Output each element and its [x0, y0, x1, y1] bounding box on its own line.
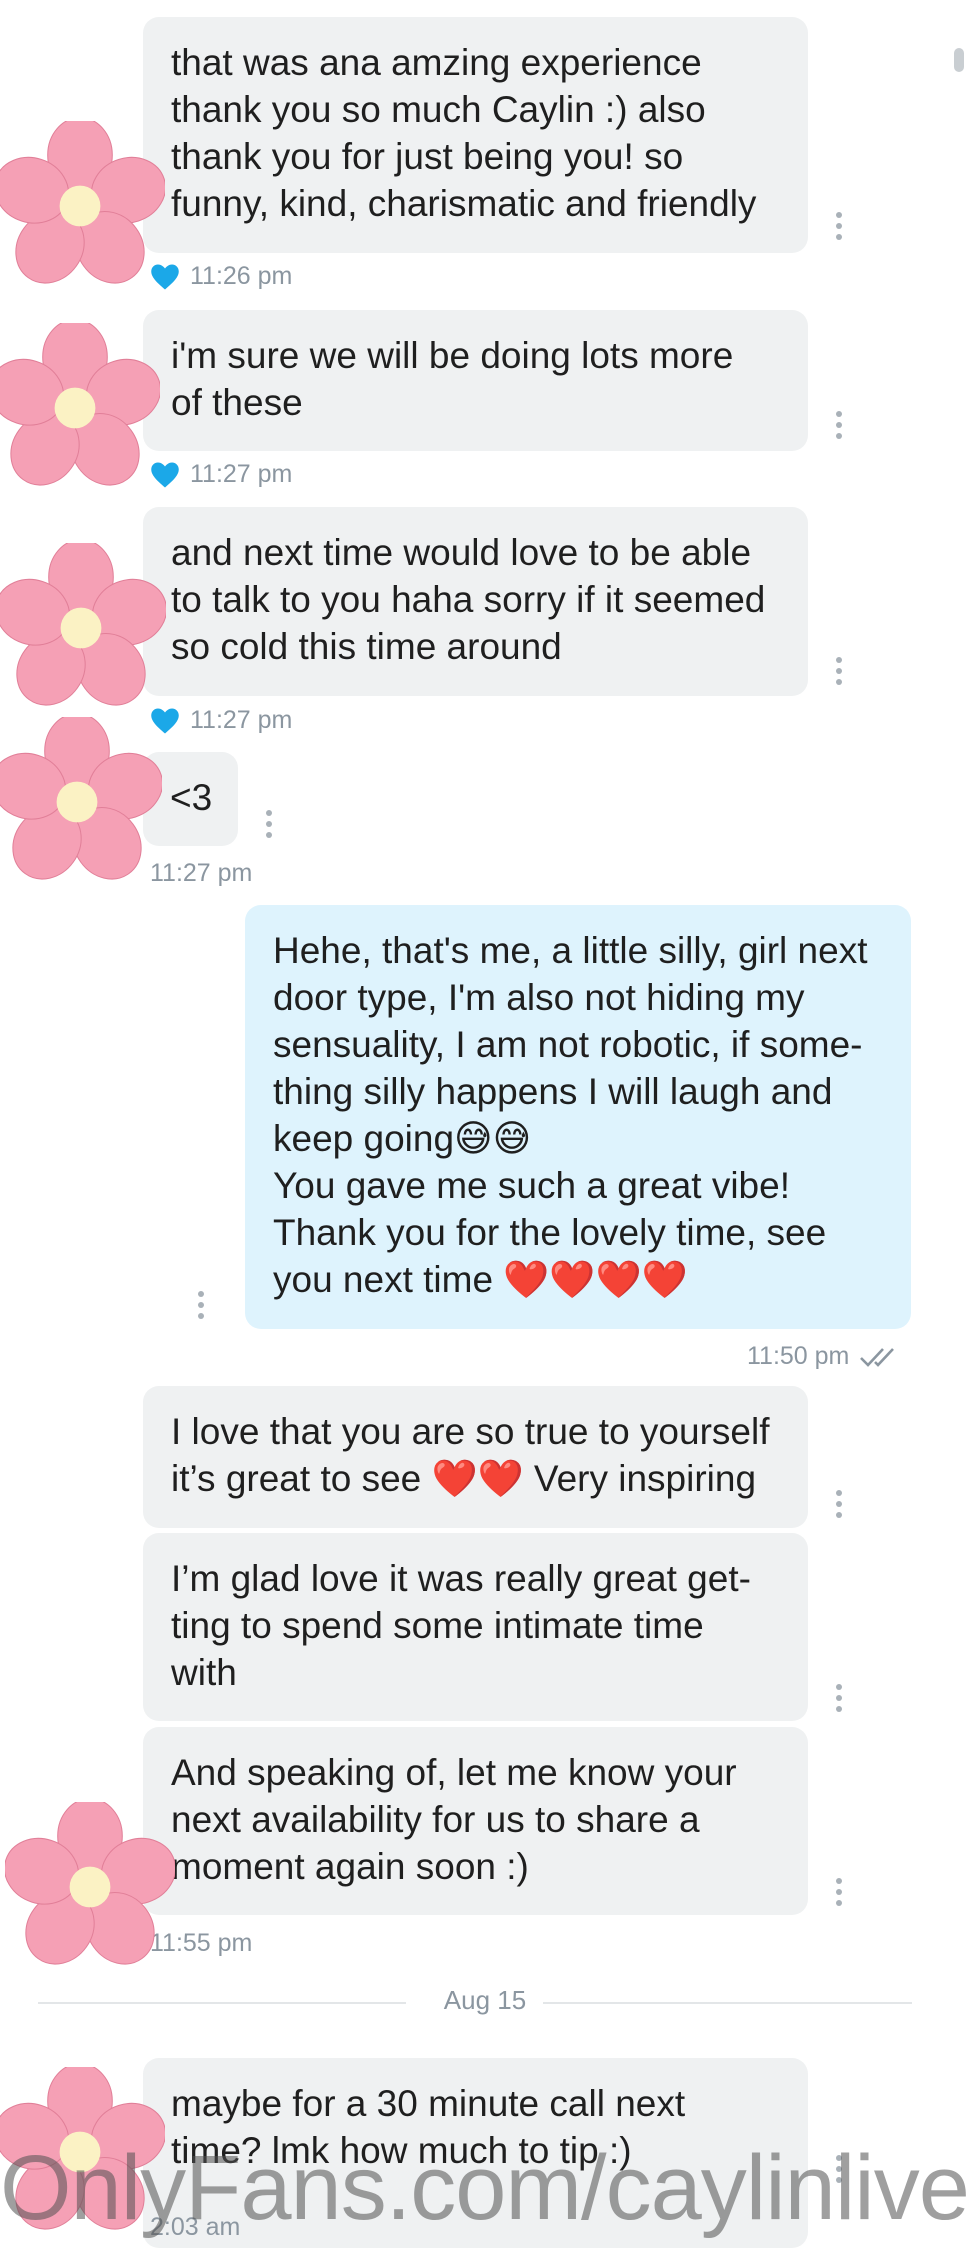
more-vertical-icon[interactable] — [833, 657, 845, 693]
message-meta: 11:26 pm — [150, 262, 292, 291]
message-time: 11:27 pm — [190, 460, 293, 488]
message-bubble[interactable]: that was ana amzing experience thank you… — [143, 17, 808, 253]
more-vertical-icon[interactable] — [833, 1490, 845, 1526]
more-vertical-icon[interactable] — [263, 810, 275, 846]
message-bubble-outgoing[interactable]: Hehe, that's me, a little silly, girl ne… — [245, 905, 911, 1329]
message-bubble[interactable]: And speaking of, let me know your next a… — [143, 1727, 808, 1915]
flower-avatar-icon[interactable] — [0, 717, 162, 887]
scrollbar-thumb[interactable] — [954, 48, 964, 72]
flower-avatar-icon[interactable] — [0, 543, 166, 713]
message-time: 11:26 pm — [190, 262, 293, 290]
flower-avatar-icon[interactable] — [0, 323, 160, 493]
double-check-icon — [860, 1347, 895, 1367]
message-meta: 11:50 pm — [747, 1342, 903, 1371]
message-bubble[interactable]: and next time would love to be able to t… — [143, 507, 808, 696]
message-time: 11:27 pm — [150, 859, 253, 887]
more-vertical-icon[interactable] — [195, 1291, 207, 1327]
message-meta: 11:27 pm — [150, 859, 252, 888]
message-bubble[interactable]: I love that you are so true to yourself … — [143, 1386, 808, 1528]
message-time: 11:27 pm — [190, 706, 293, 734]
more-vertical-icon[interactable] — [833, 411, 845, 447]
watermark: OnlyFans.com/caylinlive — [0, 2137, 970, 2239]
message-meta: 11:27 pm — [150, 706, 292, 735]
message-bubble[interactable]: i'm sure we will be doing lots more of t… — [143, 310, 808, 451]
flower-avatar-icon[interactable] — [5, 1802, 175, 1972]
message-time: 11:50 pm — [747, 1342, 850, 1370]
more-vertical-icon[interactable] — [833, 212, 845, 248]
date-separator: Aug 15 — [443, 1985, 527, 2015]
message-meta: 11:27 pm — [150, 460, 292, 489]
more-vertical-icon[interactable] — [833, 1878, 845, 1914]
more-vertical-icon[interactable] — [833, 1684, 845, 1720]
message-bubble[interactable]: I’m glad love it was really great get- t… — [143, 1533, 808, 1721]
flower-avatar-icon[interactable] — [0, 121, 165, 291]
